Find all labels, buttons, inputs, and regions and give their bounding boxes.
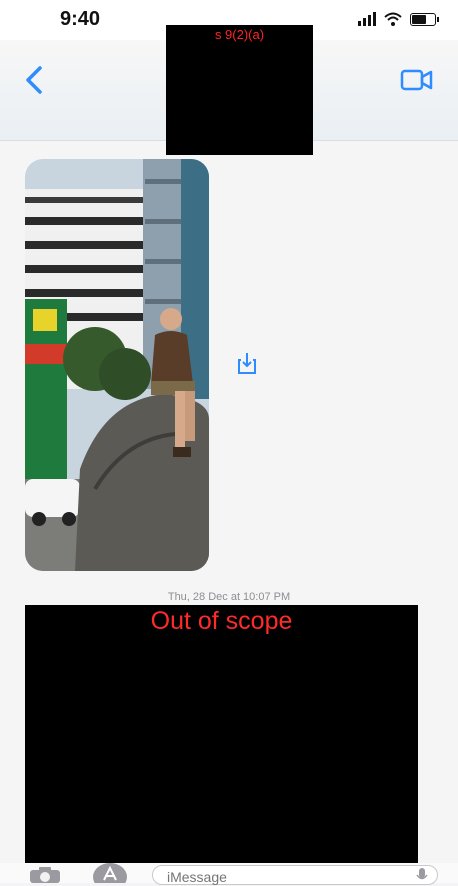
cellular-signal-icon (358, 12, 376, 26)
message-field[interactable] (152, 865, 438, 886)
microphone-icon[interactable] (415, 867, 429, 883)
photo-attachment[interactable] (25, 159, 209, 571)
message-timestamp: Thu, 28 Dec at 10:07 PM (167, 591, 291, 603)
message-composer (0, 863, 458, 886)
battery-icon (410, 12, 439, 26)
camera-button[interactable] (28, 866, 62, 883)
status-icons (358, 12, 439, 26)
facetime-video-button[interactable] (400, 66, 434, 94)
redaction-label: Out of scope (150, 607, 293, 635)
camera-icon (30, 867, 60, 883)
status-time: 9:40 (60, 8, 101, 30)
save-attachment-button[interactable] (236, 350, 258, 376)
wifi-icon (384, 12, 402, 26)
chevron-left-icon (26, 66, 42, 94)
facetime-video-icon (400, 69, 433, 91)
app-store-button[interactable] (92, 863, 128, 883)
message-input[interactable] (165, 868, 399, 886)
app-store-icon (93, 863, 127, 883)
redaction-label: s 9(2)(a) (214, 27, 265, 42)
content-redaction: Out of scope (25, 605, 418, 863)
contact-redaction: s 9(2)(a) (166, 25, 313, 155)
back-button[interactable] (20, 62, 50, 98)
save-share-icon (238, 353, 256, 374)
photo-image (25, 159, 209, 571)
